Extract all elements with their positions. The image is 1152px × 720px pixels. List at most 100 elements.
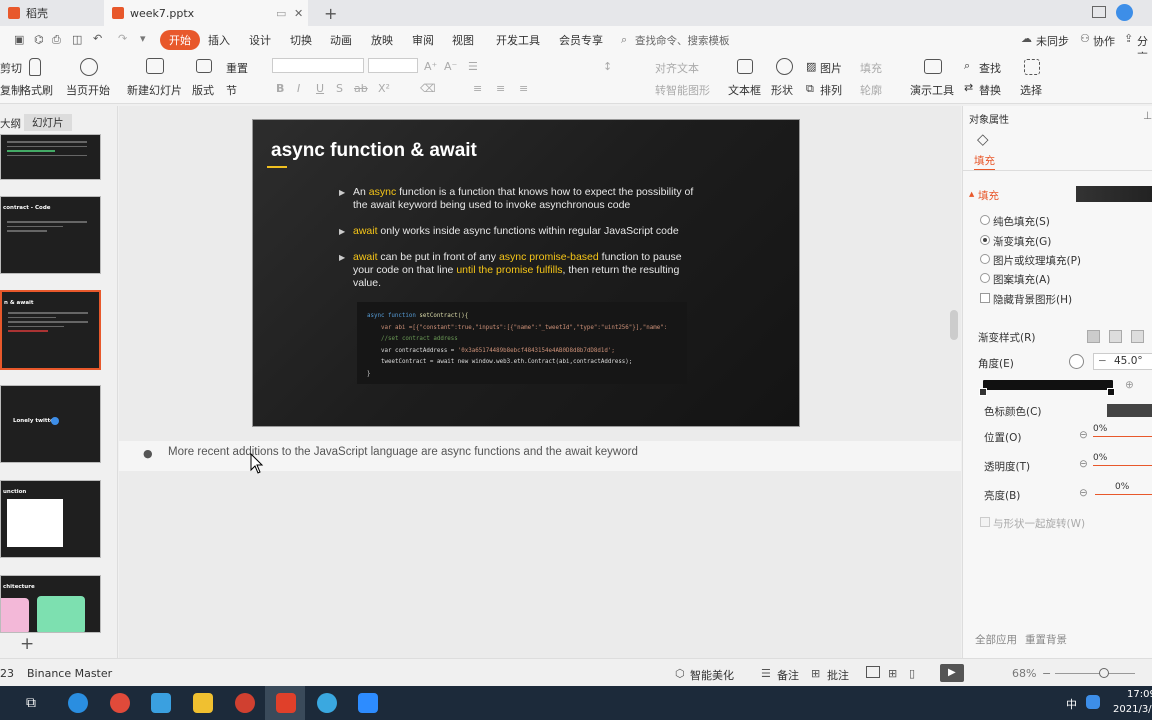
find-button[interactable]: 查找	[979, 60, 1001, 76]
theme-name[interactable]: Binance Master	[27, 667, 112, 680]
menu-developer[interactable]: 开发工具	[496, 32, 540, 48]
italic-icon[interactable]: I	[297, 82, 300, 95]
decrease-font-icon[interactable]: A⁻	[444, 60, 457, 73]
tab-week7[interactable]: week7.pptx ▭ ✕	[104, 0, 308, 26]
copy-button[interactable]: 复制	[0, 82, 22, 98]
new-tab-icon[interactable]: +	[316, 0, 337, 26]
feishu-icon[interactable]	[151, 693, 171, 713]
print-icon[interactable]: ⎙	[52, 33, 61, 47]
zoom-icon[interactable]	[358, 693, 378, 713]
brightness-minus-icon[interactable]: ⊖	[1079, 487, 1088, 499]
slide-bullet[interactable]: ▶ await can be put in front of any async …	[339, 251, 703, 290]
command-search[interactable]: 查找命令、搜索模板	[635, 33, 730, 48]
font-size-select[interactable]	[368, 58, 418, 73]
tab-daoke[interactable]: 稻壳	[0, 0, 103, 26]
fill-button[interactable]: 填充	[860, 60, 882, 76]
fill-preview[interactable]	[1076, 186, 1152, 202]
layout-button[interactable]: 版式	[192, 82, 214, 98]
convert-smartart-button[interactable]: 转智能图形	[655, 82, 710, 98]
strikethrough-icon[interactable]: ab	[354, 82, 368, 95]
notes-toggle-button[interactable]: 备注	[777, 667, 799, 683]
option-solid-fill[interactable]: 纯色填充(S)	[993, 214, 1050, 229]
apply-all-button[interactable]: 全部应用	[975, 632, 1017, 647]
clear-format-icon[interactable]: ⌫	[420, 82, 436, 95]
option-pattern-fill[interactable]: 图案填充(A)	[993, 272, 1050, 287]
slide-bullet[interactable]: ▶ An async function is a function that kn…	[339, 186, 703, 212]
zoom-slider[interactable]	[1055, 673, 1135, 674]
add-stop-icon[interactable]: ⊕	[1125, 379, 1134, 391]
underline-icon[interactable]: U	[316, 82, 324, 95]
sync-status[interactable]: 未同步	[1036, 33, 1069, 49]
ime-indicator[interactable]: 中	[1066, 696, 1077, 712]
tab-outline[interactable]: 大纲	[0, 116, 21, 131]
edge-icon[interactable]	[68, 693, 88, 713]
telegram-icon[interactable]	[317, 693, 337, 713]
redo-icon[interactable]: ↷	[118, 32, 127, 45]
undo-icon[interactable]: ↶	[93, 32, 102, 45]
reading-view-icon[interactable]: ▯	[909, 667, 915, 680]
reset-bg-button[interactable]: 重置背景	[1025, 632, 1067, 647]
menu-design[interactable]: 设计	[249, 32, 271, 48]
section-collapse-icon[interactable]: ▴	[969, 188, 974, 200]
hide-bg-checkbox[interactable]	[980, 293, 990, 303]
window-layout-icon[interactable]	[1092, 6, 1106, 18]
file-explorer-icon[interactable]	[193, 693, 213, 713]
chrome-alt-icon[interactable]	[235, 693, 255, 713]
menu-insert[interactable]: 插入	[208, 32, 230, 48]
clock-time[interactable]: 17:09	[1127, 689, 1152, 700]
tray-app-icon[interactable]	[1086, 695, 1100, 709]
collab-button[interactable]: 协作	[1093, 33, 1115, 49]
menu-member[interactable]: 会员专享	[559, 32, 603, 48]
menu-slideshow[interactable]: 放映	[371, 32, 393, 48]
option-picture-fill[interactable]: 图片或纹理填充(P)	[993, 253, 1081, 268]
radio-pattern-fill[interactable]	[980, 273, 990, 283]
rotate-with-shape-checkbox[interactable]	[980, 517, 990, 527]
transparency-minus-icon[interactable]: ⊖	[1079, 458, 1088, 470]
pin-icon[interactable]: ▭	[276, 7, 286, 20]
slide-bullet[interactable]: ▶ await only works inside async functions…	[339, 225, 703, 238]
slide-thumbnail[interactable]	[0, 134, 101, 180]
menu-animation[interactable]: 动画	[330, 32, 352, 48]
save-icon[interactable]: ▣	[14, 33, 24, 46]
slide-title[interactable]: async function & await	[271, 140, 477, 162]
align-text-button[interactable]: 对齐文本	[655, 60, 699, 76]
slide-thumbnail[interactable]: Lonely twitter	[0, 385, 101, 463]
smart-beautify-button[interactable]: 智能美化	[690, 667, 734, 683]
bold-icon[interactable]: B	[276, 82, 284, 95]
normal-view-icon[interactable]	[866, 666, 880, 678]
export-icon[interactable]: ⌬	[34, 33, 44, 46]
gradient-stop[interactable]	[1107, 388, 1115, 396]
comment-button[interactable]: 批注	[827, 667, 849, 683]
slide-thumbnail[interactable]: chitecture	[0, 575, 101, 633]
gradient-bar[interactable]	[983, 380, 1113, 390]
transparency-slider[interactable]	[1093, 465, 1152, 466]
textbox-button[interactable]: 文本框	[728, 82, 761, 98]
outline-button[interactable]: 轮廓	[860, 82, 882, 98]
menu-home[interactable]: 开始	[160, 30, 200, 50]
shape-button[interactable]: 形状	[771, 82, 793, 98]
pin-panel-icon[interactable]: ⊥	[1143, 110, 1152, 122]
radio-picture-fill[interactable]	[980, 254, 990, 264]
presentation-tools-button[interactable]: 演示工具	[910, 82, 954, 98]
editor-scrollbar[interactable]	[950, 310, 958, 340]
line-spacing-icon[interactable]: ↕	[603, 60, 612, 73]
add-slide-icon[interactable]: +	[20, 634, 34, 654]
slide-thumbnail[interactable]: unction	[0, 480, 101, 558]
position-slider[interactable]	[1093, 436, 1152, 437]
cut-button[interactable]: 剪切	[0, 60, 22, 76]
brightness-slider[interactable]	[1095, 494, 1152, 495]
select-button[interactable]: 选择	[1020, 82, 1042, 98]
new-slide-button[interactable]: 新建幻灯片	[127, 82, 182, 98]
gradient-rect-icon[interactable]	[1131, 330, 1144, 343]
option-gradient-fill[interactable]: 渐变填充(G)	[993, 234, 1051, 249]
notes-pane[interactable]: ● More recent additions to the JavaScrip…	[119, 441, 961, 471]
picture-button[interactable]: 图片	[820, 60, 842, 76]
position-minus-icon[interactable]: ⊖	[1079, 429, 1088, 441]
task-view-icon[interactable]: ⧉	[26, 695, 36, 711]
slide-canvas[interactable]: async function & await ▶ An async functio…	[252, 119, 800, 427]
slide-thumbnail-selected[interactable]: n & await	[0, 290, 101, 370]
more-icon[interactable]: ▾	[140, 32, 146, 45]
superscript-icon[interactable]: X²	[378, 82, 390, 95]
notes-text[interactable]: More recent additions to the JavaScript …	[168, 446, 638, 458]
gradient-radial-icon[interactable]	[1109, 330, 1122, 343]
